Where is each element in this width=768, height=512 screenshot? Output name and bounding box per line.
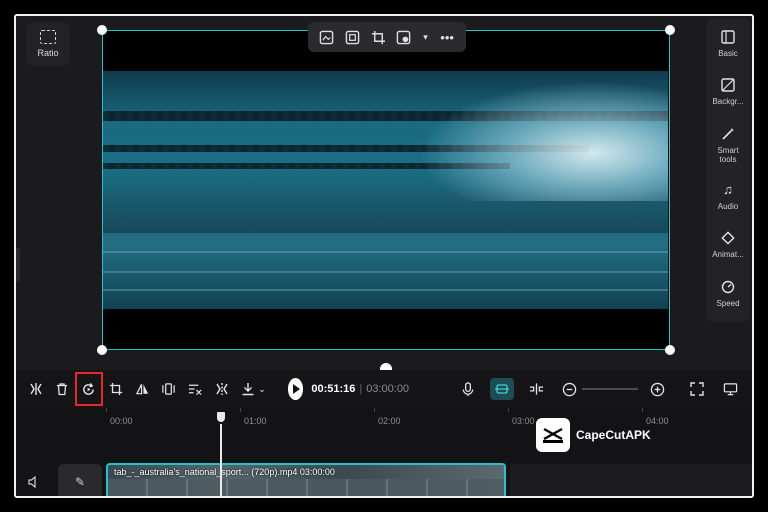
edit-cover-button[interactable]: ✎ bbox=[58, 464, 102, 496]
editing-toolbar: ⌄ 00:51:16 | 03:00:00 bbox=[16, 370, 752, 408]
resize-handle-top-left[interactable] bbox=[97, 25, 107, 35]
speaker-icon[interactable] bbox=[24, 472, 44, 492]
download-icon[interactable] bbox=[241, 378, 257, 400]
ruler-tick bbox=[374, 408, 375, 412]
pool-floor-line bbox=[103, 289, 668, 291]
clip-label: tab_-_australia's_national_sport... (720… bbox=[114, 467, 335, 477]
ruler-tick bbox=[642, 408, 643, 412]
more-icon[interactable]: ••• bbox=[438, 28, 456, 46]
sidebar-item-label: Audio bbox=[717, 201, 739, 211]
ruler-label: 03:00 bbox=[512, 416, 535, 426]
magnet-snap-toggle[interactable] bbox=[490, 378, 515, 400]
video-frame bbox=[103, 71, 668, 309]
current-time: 00:51:16 bbox=[311, 383, 356, 395]
sidebar-item-speed[interactable]: Speed bbox=[706, 274, 750, 322]
play-button[interactable] bbox=[287, 378, 304, 400]
chevron-down-icon[interactable]: ⌄ bbox=[258, 378, 266, 400]
speed-icon bbox=[719, 278, 737, 296]
microphone-icon[interactable] bbox=[457, 378, 479, 400]
sidebar-item-label: Smart tools bbox=[717, 145, 739, 164]
ruler-label: 01:00 bbox=[244, 416, 267, 426]
ruler-tick bbox=[508, 408, 509, 412]
ruler-tick bbox=[240, 408, 241, 412]
sidebar-item-label: Backgr... bbox=[712, 97, 744, 107]
sidebar-item-label: Basic bbox=[718, 49, 738, 58]
ratio-button[interactable]: Ratio bbox=[26, 22, 70, 66]
crop-icon[interactable] bbox=[108, 378, 124, 400]
resize-handle-bottom-left[interactable] bbox=[97, 345, 107, 355]
mask-icon[interactable] bbox=[395, 28, 413, 46]
right-sidebar: Basic Backgr... Smart tools ♫ Audio Anim… bbox=[706, 18, 750, 322]
empty-track-area[interactable] bbox=[510, 464, 752, 496]
sidebar-item-label: Animat... bbox=[712, 250, 744, 260]
fit-icon[interactable] bbox=[343, 28, 361, 46]
ratio-icon bbox=[40, 30, 56, 44]
playhead-line bbox=[220, 420, 222, 496]
basic-icon bbox=[719, 28, 737, 46]
play-icon bbox=[293, 384, 301, 394]
total-time: 03:00:00 bbox=[366, 383, 410, 395]
pencil-icon: ✎ bbox=[74, 475, 86, 489]
time-separator: | bbox=[359, 383, 363, 395]
zoom-in-icon[interactable] bbox=[646, 378, 668, 400]
freeze-frame-icon[interactable] bbox=[161, 378, 177, 400]
delete-icon[interactable] bbox=[55, 378, 71, 400]
playhead-handle[interactable] bbox=[215, 410, 227, 424]
fullscreen-icon[interactable] bbox=[686, 378, 708, 400]
ruler-label: 02:00 bbox=[378, 416, 401, 426]
pool-floor-line bbox=[103, 271, 668, 273]
sidebar-item-background[interactable]: Backgr... bbox=[706, 72, 750, 120]
trim-icon[interactable] bbox=[214, 378, 230, 400]
video-clip[interactable]: tab_-_australia's_national_sport... (720… bbox=[106, 463, 506, 496]
smart-tools-icon bbox=[719, 125, 737, 143]
loop-replay-icon[interactable] bbox=[75, 372, 103, 406]
watermark-text: CapeCutAPK bbox=[576, 428, 651, 442]
background-icon bbox=[719, 76, 737, 94]
split-preview-icon[interactable] bbox=[525, 378, 547, 400]
floating-toolbar: ▾ ••• bbox=[308, 22, 466, 52]
sidebar-item-audio[interactable]: ♫ Audio bbox=[706, 177, 750, 225]
sidebar-item-label: Speed bbox=[716, 298, 740, 308]
resize-handle-top-right[interactable] bbox=[665, 25, 675, 35]
ratio-label: Ratio bbox=[37, 48, 59, 58]
toolbar-right-group bbox=[457, 378, 752, 400]
sidebar-item-animation[interactable]: Animat... bbox=[706, 225, 750, 273]
monitor-icon[interactable] bbox=[719, 378, 741, 400]
track-controls bbox=[24, 472, 44, 492]
crop-icon[interactable] bbox=[369, 28, 387, 46]
audio-icon: ♫ bbox=[723, 182, 733, 198]
speed-curve-icon[interactable] bbox=[187, 378, 203, 400]
animation-icon bbox=[719, 229, 737, 247]
sidebar-item-basic[interactable]: Basic bbox=[706, 24, 750, 72]
ruler-tick bbox=[106, 408, 107, 412]
panel-collapse-handle[interactable] bbox=[16, 248, 20, 282]
pool-floor-line bbox=[103, 251, 668, 253]
ai-image-icon[interactable] bbox=[318, 28, 336, 46]
sidebar-item-smart-tools[interactable]: Smart tools bbox=[706, 121, 750, 177]
capcut-logo-icon bbox=[536, 418, 570, 452]
mirror-icon[interactable] bbox=[134, 378, 150, 400]
ruler-label: 00:00 bbox=[110, 416, 133, 426]
swimmer-splash bbox=[418, 81, 668, 201]
clip-thumbnails bbox=[108, 479, 504, 496]
zoom-out-icon[interactable] bbox=[558, 378, 580, 400]
zoom-slider[interactable] bbox=[582, 388, 639, 390]
chevron-down-icon[interactable]: ▾ bbox=[420, 28, 430, 46]
split-icon[interactable] bbox=[28, 378, 44, 400]
video-canvas[interactable] bbox=[97, 25, 675, 355]
watermark: CapeCutAPK bbox=[536, 418, 651, 452]
resize-handle-bottom-right[interactable] bbox=[665, 345, 675, 355]
preview-area: Ratio ▾ ••• Basic Backgr... Smart tools … bbox=[16, 16, 752, 378]
